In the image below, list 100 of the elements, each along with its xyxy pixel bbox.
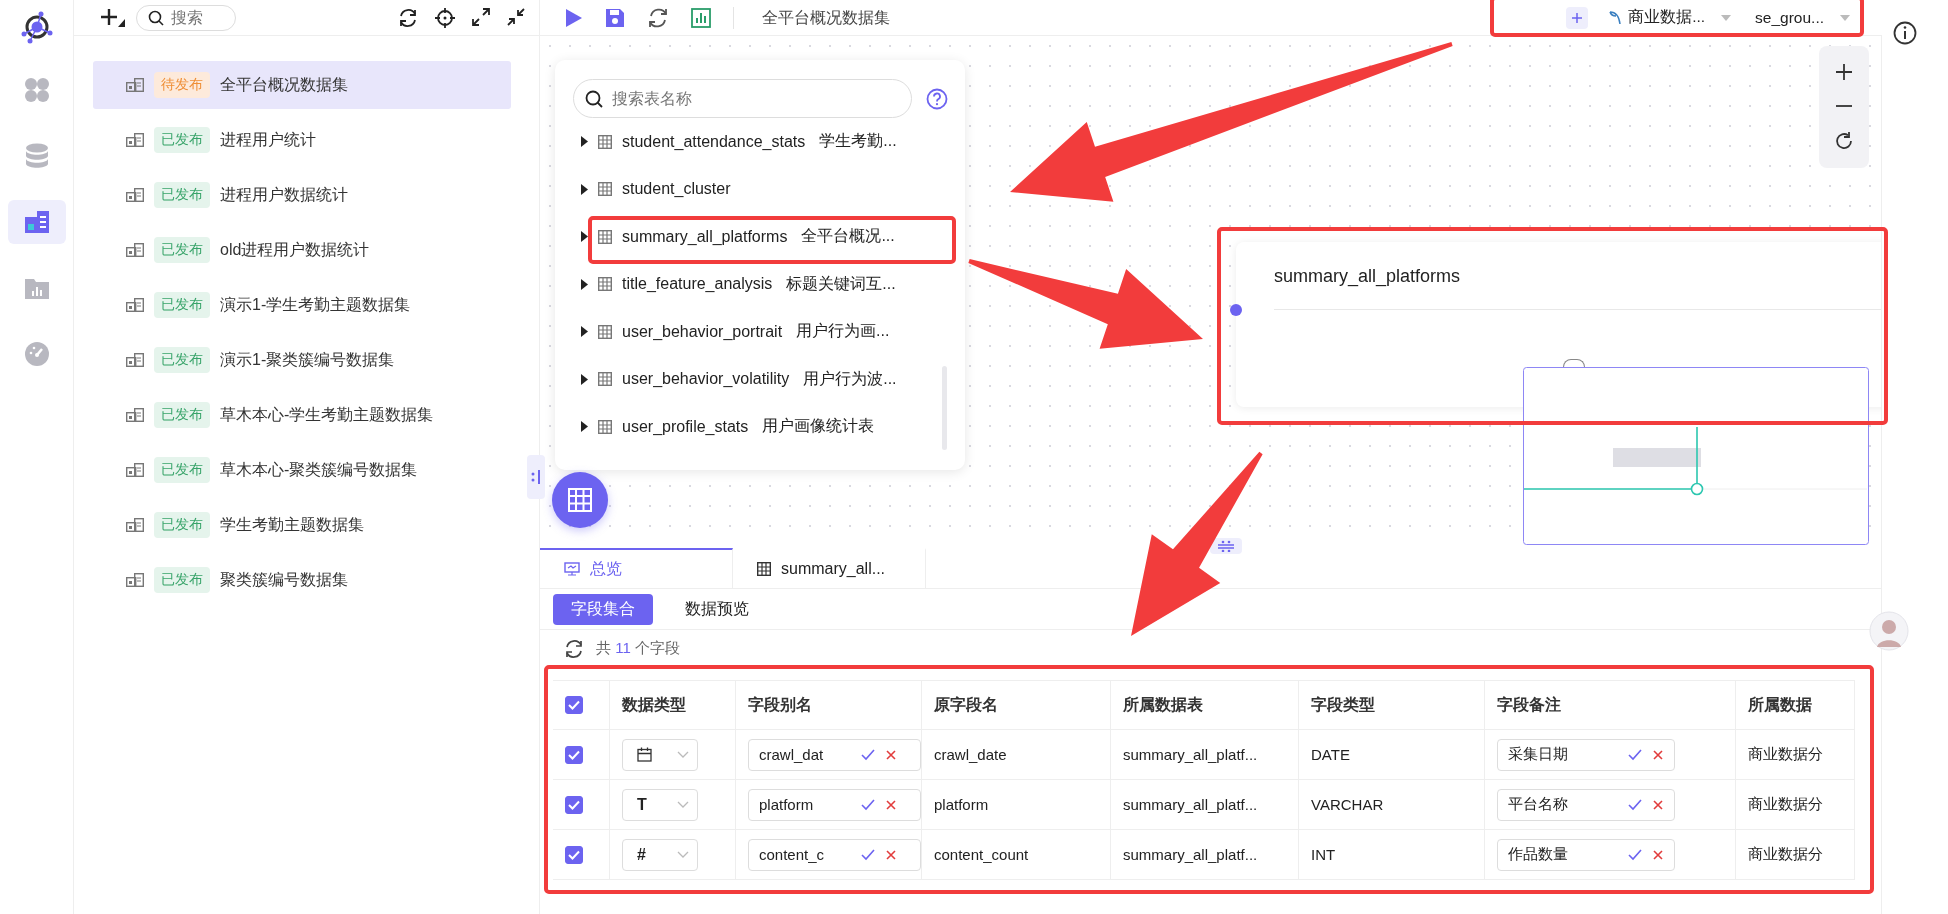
comment-field[interactable]: 平台名称 bbox=[1497, 788, 1675, 821]
target-icon[interactable] bbox=[435, 7, 455, 28]
table-list-button[interactable] bbox=[552, 472, 608, 528]
panel-tab[interactable]: summary_all... bbox=[733, 548, 926, 588]
refresh-icon[interactable] bbox=[647, 6, 669, 29]
cancel-icon[interactable] bbox=[1652, 748, 1664, 761]
expand-icon[interactable] bbox=[581, 373, 588, 385]
dataset-item[interactable]: 已发布 学生考勤主题数据集 bbox=[93, 501, 511, 549]
type-select[interactable] bbox=[622, 738, 698, 771]
resize-handle[interactable] bbox=[527, 455, 545, 499]
add-button[interactable] bbox=[1566, 6, 1589, 29]
panel-tab[interactable]: 总览 bbox=[540, 548, 733, 588]
confirm-icon[interactable] bbox=[861, 748, 875, 761]
group-select[interactable]: se_grou... bbox=[1751, 8, 1854, 27]
view-tab[interactable]: 字段集合 bbox=[553, 593, 653, 625]
cancel-icon[interactable] bbox=[885, 748, 897, 761]
table-cell: platform bbox=[922, 780, 1111, 830]
alias-field[interactable]: crawl_dat bbox=[748, 738, 921, 771]
dataset-icon bbox=[126, 518, 144, 532]
expand-icon[interactable] bbox=[581, 136, 588, 148]
chart-icon[interactable] bbox=[691, 7, 711, 28]
dataset-name: 进程用户统计 bbox=[220, 129, 316, 150]
refresh-icon[interactable] bbox=[564, 638, 584, 659]
dataset-item[interactable]: 已发布 草木本心-学生考勤主题数据集 bbox=[93, 391, 511, 439]
dataset-name: 演示1-聚类簇编号数据集 bbox=[220, 349, 395, 370]
connection-dot[interactable] bbox=[1230, 304, 1242, 316]
info-icon[interactable] bbox=[1893, 21, 1917, 45]
table-name: user_behavior_volatility bbox=[622, 370, 790, 389]
table-item[interactable]: summary_all_platforms 全平台概况... bbox=[573, 213, 965, 261]
table-search-field[interactable]: 搜索表名称 bbox=[573, 79, 912, 118]
save-icon[interactable] bbox=[605, 7, 625, 28]
play-icon[interactable] bbox=[565, 7, 583, 28]
confirm-icon[interactable] bbox=[861, 848, 875, 861]
search-icon bbox=[585, 89, 603, 108]
checkbox[interactable] bbox=[565, 696, 583, 714]
dataset-item[interactable]: 已发布 聚类簇编号数据集 bbox=[93, 556, 511, 604]
table-comment: 全平台概况... bbox=[801, 226, 895, 247]
table-comment: 学生考勤... bbox=[819, 131, 897, 152]
table-item[interactable]: user_behavior_portrait 用户行为画... bbox=[573, 308, 965, 356]
table-item[interactable]: user_behavior_volatility 用户行为波... bbox=[573, 355, 965, 403]
dataset-icon bbox=[126, 298, 144, 312]
table-item[interactable]: title_feature_analysis 标题关键词互... bbox=[573, 260, 965, 308]
dataset-icon bbox=[126, 243, 144, 257]
checkbox[interactable] bbox=[565, 745, 583, 764]
table-cell: crawl_date bbox=[922, 730, 1111, 780]
dataset-item[interactable]: 待发布 全平台概况数据集 bbox=[93, 61, 511, 109]
confirm-icon[interactable] bbox=[1628, 748, 1642, 761]
confirm-icon[interactable] bbox=[1628, 798, 1642, 811]
dataset-item[interactable]: 已发布 演示1-聚类簇编号数据集 bbox=[93, 336, 511, 384]
zoom-out-icon[interactable] bbox=[1835, 104, 1853, 108]
cancel-icon[interactable] bbox=[885, 798, 897, 811]
expand-icon[interactable] bbox=[581, 421, 588, 433]
datasource-select[interactable]: 商业数据... bbox=[1604, 7, 1736, 28]
table-item[interactable]: student_attendance_stats 学生考勤... bbox=[573, 118, 965, 166]
comment-field[interactable]: 采集日期 bbox=[1497, 738, 1675, 771]
comment-field[interactable]: 作品数量 bbox=[1497, 838, 1675, 871]
expand-icon[interactable] bbox=[581, 231, 588, 243]
reset-icon[interactable] bbox=[1834, 130, 1854, 151]
table-icon bbox=[598, 372, 612, 387]
status-badge: 已发布 bbox=[154, 512, 210, 538]
cancel-icon[interactable] bbox=[1652, 798, 1664, 811]
alias-field[interactable]: content_c bbox=[748, 838, 921, 871]
expand-icon[interactable] bbox=[581, 183, 588, 195]
expand-icon[interactable] bbox=[472, 7, 490, 26]
confirm-icon[interactable] bbox=[1628, 848, 1642, 861]
confirm-icon[interactable] bbox=[861, 798, 875, 811]
status-badge: 已发布 bbox=[154, 402, 210, 428]
table-item[interactable]: user_profile_stats 用户画像统计表 bbox=[573, 403, 965, 451]
help-icon[interactable] bbox=[926, 87, 948, 110]
checkbox[interactable] bbox=[565, 795, 583, 814]
apps-icon bbox=[23, 77, 50, 103]
add-icon[interactable] bbox=[100, 6, 126, 29]
gauge-icon bbox=[24, 342, 49, 366]
refresh-icon[interactable] bbox=[398, 7, 418, 28]
dataset-item[interactable]: 已发布 演示1-学生考勤主题数据集 bbox=[93, 281, 511, 329]
dataset-item[interactable]: 已发布 old进程用户数据统计 bbox=[93, 226, 511, 274]
dataset-item[interactable]: 已发布 进程用户数据统计 bbox=[93, 171, 511, 219]
type-select[interactable]: # bbox=[622, 838, 698, 871]
nav-item[interactable] bbox=[7, 200, 66, 244]
collapse-icon[interactable] bbox=[507, 7, 525, 26]
expand-icon[interactable] bbox=[581, 278, 588, 290]
resize-handle[interactable] bbox=[1210, 538, 1242, 554]
column-header: 所属数据 bbox=[1736, 680, 1855, 730]
table-name: title_feature_analysis bbox=[622, 275, 773, 294]
type-select[interactable]: T bbox=[622, 788, 698, 821]
dataset-item[interactable]: 已发布 草木本心-聚类簇编号数据集 bbox=[93, 446, 511, 494]
dataset-name: 学生考勤主题数据集 bbox=[220, 514, 364, 535]
zoom-in-icon[interactable] bbox=[1835, 63, 1853, 82]
cancel-icon[interactable] bbox=[1652, 848, 1664, 861]
table-cell: 商业数据分 bbox=[1736, 830, 1855, 880]
dataset-item[interactable]: 已发布 进程用户统计 bbox=[93, 116, 511, 164]
alias-field[interactable]: platform bbox=[748, 788, 921, 821]
status-badge: 已发布 bbox=[154, 347, 210, 373]
search-icon bbox=[148, 9, 164, 26]
search-field[interactable]: 搜索 bbox=[136, 4, 236, 31]
view-tab[interactable]: 数据预览 bbox=[667, 593, 767, 625]
table-item[interactable]: student_cluster bbox=[573, 165, 965, 213]
expand-icon[interactable] bbox=[581, 326, 588, 338]
cancel-icon[interactable] bbox=[885, 848, 897, 861]
checkbox[interactable] bbox=[565, 845, 583, 864]
